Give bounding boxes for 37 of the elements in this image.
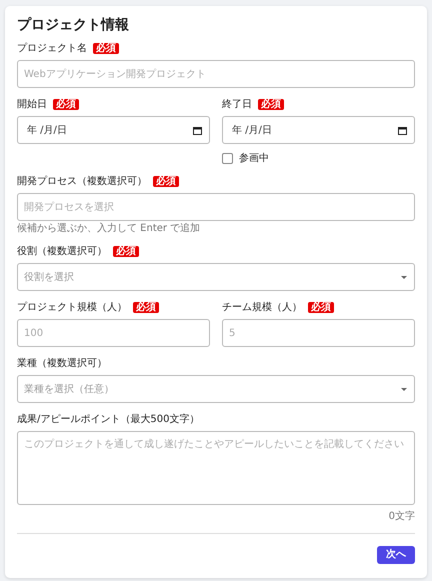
field-label: 役割（複数選択可） <box>17 245 107 258</box>
required-badge: 必須 <box>113 246 139 257</box>
select-placeholder: 役割を選択 <box>24 270 74 284</box>
checkbox-label: 参画中 <box>239 152 269 165</box>
help-text: 候補から選ぶか、入力して Enter で追加 <box>17 223 202 235</box>
select-placeholder: 業種を選択（任意） <box>24 382 114 396</box>
caret-icon <box>401 388 407 390</box>
required-badge: 必須 <box>258 99 284 110</box>
date-field[interactable]: 年 /月/日 <box>222 116 415 144</box>
field-label: 終了日 <box>222 98 252 111</box>
input-field[interactable]: 5 <box>222 319 415 347</box>
field-label: 開始日 <box>17 98 47 111</box>
date-text: 年 /月/日 <box>27 124 67 138</box>
required-badge: 必須 <box>133 302 159 313</box>
field-label: 成果/アピールポイント（最大500文字） <box>17 413 200 426</box>
input-field[interactable]: 100 <box>17 319 210 347</box>
date-field[interactable]: 年 /月/日 <box>17 116 210 144</box>
date-text: 年 /月/日 <box>232 124 272 138</box>
required-badge: 必須 <box>308 302 334 313</box>
field-label: 開発プロセス（複数選択可） <box>17 175 147 188</box>
required-badge: 必須 <box>53 99 79 110</box>
required-badge: 必須 <box>93 43 119 54</box>
calendar-icon[interactable] <box>193 126 202 134</box>
input-field[interactable]: 開発プロセスを選択 <box>17 193 415 221</box>
required-badge: 必須 <box>153 176 179 187</box>
field-label: 業種（複数選択可） <box>17 357 107 370</box>
calendar-icon[interactable] <box>398 126 407 134</box>
character-count: 0文字 <box>388 511 415 523</box>
next-button[interactable]: 次へ <box>377 546 415 564</box>
field-label: チーム規模（人） <box>222 301 302 314</box>
field-label: プロジェクト規模（人） <box>17 301 127 314</box>
checkbox[interactable] <box>222 153 233 164</box>
input-field[interactable]: Webアプリケーション開発プロジェクト <box>17 60 415 88</box>
text-area[interactable]: このプロジェクトを通して成し遂げたことやアピールしたいことを記載してください <box>17 431 415 505</box>
field-label: プロジェクト名 <box>17 42 87 55</box>
form-title: プロジェクト情報 <box>17 16 130 34</box>
caret-icon <box>401 276 407 278</box>
